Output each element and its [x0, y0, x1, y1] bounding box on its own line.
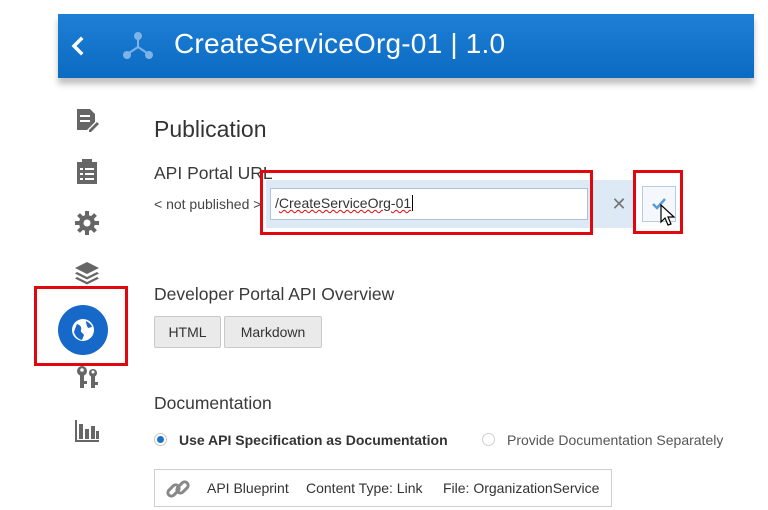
link-icon [165, 476, 191, 507]
page-title: CreateServiceOrg-01 | 1.0 [174, 28, 506, 59]
use-api-spec-label[interactable]: Use API Specification as Documentation [179, 432, 448, 448]
clear-url-button[interactable]: ✕ [606, 190, 632, 218]
blueprint-name: API Blueprint [207, 480, 289, 496]
layers-icon[interactable] [74, 260, 100, 286]
highlight-confirm-box [633, 170, 683, 234]
service-nodes-icon [120, 28, 156, 62]
radio-use-api-spec[interactable] [154, 433, 167, 446]
developer-portal-label: Developer Portal API Overview [154, 284, 395, 304]
html-button[interactable]: HTML [154, 316, 221, 348]
markdown-button[interactable]: Markdown [224, 316, 322, 348]
blueprint-content-type: Content Type: Link [306, 480, 423, 496]
keys-icon[interactable] [74, 364, 100, 390]
checklist-icon[interactable] [74, 159, 100, 185]
highlight-sidebar-box [34, 286, 128, 366]
bar-chart-icon[interactable] [74, 416, 100, 442]
gear-icon[interactable] [74, 210, 100, 236]
publication-heading: Publication [154, 116, 267, 142]
document-edit-icon[interactable] [74, 108, 100, 134]
chevron-left-icon[interactable] [68, 34, 88, 58]
radio-provide-separately[interactable] [482, 433, 495, 446]
api-blueprint-card: API Blueprint Content Type: Link File: O… [154, 469, 612, 507]
highlight-url-box [260, 170, 593, 235]
api-portal-url-label: API Portal URL [154, 163, 273, 183]
documentation-label: Documentation [154, 393, 272, 413]
header-bar: CreateServiceOrg-01 | 1.0 [58, 14, 754, 78]
provide-separately-label[interactable]: Provide Documentation Separately [507, 432, 723, 448]
not-published-text: < not published > [154, 196, 262, 212]
blueprint-file: File: OrganizationService [443, 480, 600, 496]
